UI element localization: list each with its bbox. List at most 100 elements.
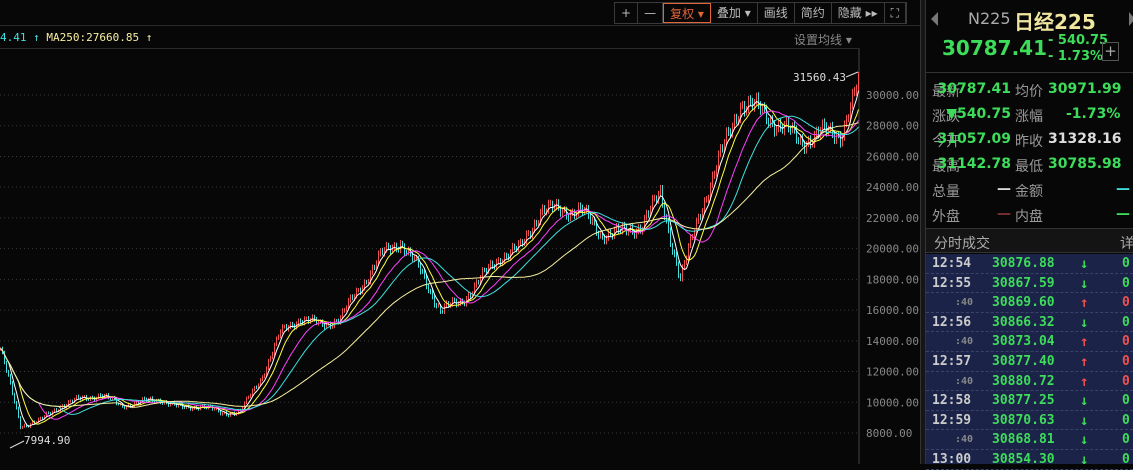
tick-time: :40: [955, 297, 974, 309]
tick-volume: 0: [1122, 295, 1130, 311]
info-value: —: [1116, 206, 1130, 222]
arrow-up-icon: ↑: [1080, 334, 1089, 351]
tick-time: :40: [955, 434, 974, 446]
info-label: 内盘: [1015, 209, 1043, 225]
info-row: 涨跌 ▼540.75 涨幅 -1.73%: [926, 103, 1133, 128]
kline-chart-area[interactable]: + — 复权 ▾ 叠加 ▾ 画线 简约 隐藏 ▸▸ ⛶ 4.41 ↑ MA250…: [0, 0, 921, 464]
info-value: 31142.78: [937, 156, 1011, 172]
arrow-up-icon: ↑: [1080, 353, 1089, 370]
tick-price: 30868.81: [992, 432, 1055, 448]
index-code: N225: [968, 9, 1011, 28]
tick-time: 12:55: [932, 275, 972, 291]
low-label: 7994.90: [24, 434, 70, 447]
tick-row: 12:55 30867.59 ↓ 0: [926, 274, 1133, 294]
ma10-line: [0, 103, 859, 425]
y-tick-label: 20000.00: [866, 243, 919, 256]
arrow-down-icon: ↓: [1080, 275, 1089, 292]
y-tick-label: 28000.00: [866, 120, 919, 133]
change-percent: - 1.73%: [1048, 49, 1104, 64]
low-arrow-icon: [9, 440, 25, 449]
ma20-line: [0, 110, 859, 420]
tick-price: 30869.60: [992, 295, 1055, 311]
tick-row: :40 30869.60 ↑ 0: [926, 293, 1133, 313]
info-label: 均价: [1015, 84, 1043, 100]
info-label: 总量: [932, 184, 960, 200]
tick-price: 30877.25: [992, 393, 1055, 409]
y-tick-label: 18000.00: [866, 273, 919, 286]
info-row: 总量 — 金额 —: [926, 178, 1133, 203]
arrow-up-icon: ↑: [1080, 373, 1089, 390]
tick-row: :40 30873.04 ↑ 0: [926, 332, 1133, 352]
tick-row: 12:59 30870.63 ↓ 0: [926, 411, 1133, 431]
info-row: 最高 31142.78 最低 30785.98: [926, 153, 1133, 178]
tick-volume: 0: [1122, 275, 1130, 291]
arrow-down-icon: ↓: [1080, 451, 1089, 468]
tick-volume: 0: [1122, 353, 1130, 369]
tick-time: 12:56: [932, 314, 972, 330]
arrow-down-icon: ↓: [1080, 432, 1089, 449]
ma60-line: [0, 115, 859, 415]
y-tick-label: 24000.00: [866, 181, 919, 194]
y-tick-label: 16000.00: [866, 304, 919, 317]
info-value: -1.73%: [1066, 106, 1121, 122]
tick-time: 12:59: [932, 412, 972, 428]
arrow-down-icon: ↓: [1080, 393, 1089, 410]
tick-row: 13:00 30854.30 ↓ 0: [926, 450, 1133, 470]
info-value: —: [997, 206, 1011, 222]
y-tick-label: 10000.00: [866, 396, 919, 409]
tick-price: 30877.40: [992, 353, 1055, 369]
tick-price: 30873.04: [992, 334, 1055, 350]
y-tick-label: 12000.00: [866, 366, 919, 379]
arrow-down-icon: ↓: [1080, 256, 1089, 272]
tick-time: :40: [955, 336, 974, 348]
ticks-header: 分时成交 详: [926, 228, 1133, 253]
info-value: —: [997, 181, 1011, 197]
tick-time: 13:00: [932, 451, 972, 467]
high-arrow-icon: [845, 71, 859, 78]
prev-arrow-icon[interactable]: [931, 12, 938, 26]
info-value: 31057.09: [937, 131, 1011, 147]
index-name: 日经225: [1014, 10, 1096, 34]
info-label: 金额: [1015, 184, 1043, 200]
info-value: 30785.98: [1048, 156, 1122, 172]
info-row: 外盘 — 内盘 —: [926, 203, 1133, 228]
add-watchlist-button[interactable]: +: [1102, 42, 1119, 61]
y-tick-label: 22000.00: [866, 212, 919, 225]
quote-info: 最新 30787.41 均价 30971.99 涨跌 ▼540.75 涨幅 -1.…: [926, 78, 1133, 228]
arrow-down-icon: ↓: [1080, 412, 1089, 429]
tick-time: :40: [955, 375, 974, 387]
tick-volume: 0: [1122, 412, 1130, 428]
tick-volume: 0: [1122, 334, 1130, 350]
arrow-down-icon: ↓: [1080, 314, 1089, 331]
last-price: 30787.41: [942, 36, 1048, 60]
quote-panel: N225 日经225 30787.41 - 540.75- 1.73% + 最新…: [926, 0, 1133, 470]
tick-time: 12:54: [932, 256, 972, 271]
tick-price: 30870.63: [992, 412, 1055, 428]
price-chart: 30000.00 28000.00 26000.00 24000.00 22000.00…: [0, 48, 919, 464]
tick-volume: 0: [1122, 373, 1130, 389]
info-value: 31328.16: [1048, 131, 1122, 147]
info-label: 最低: [1015, 159, 1043, 175]
info-row: 今开 31057.09 昨收 31328.16: [926, 128, 1133, 153]
info-value: —: [1116, 181, 1130, 197]
tick-row: 12:54 30876.88 ↓ 0: [926, 254, 1133, 274]
tick-time: 12:58: [932, 393, 972, 409]
ticks-detail-button[interactable]: 详: [1120, 233, 1133, 253]
high-label: 31560.43: [793, 71, 846, 84]
tick-volume: 0: [1122, 393, 1130, 409]
tick-row: :40 30880.72 ↑ 0: [926, 372, 1133, 392]
y-tick-label: 14000.00: [866, 335, 919, 348]
ticks-list[interactable]: 12:54 30876.88 ↓ 0 12:55 30867.59 ↓ 0:40 …: [926, 254, 1133, 470]
y-tick-label: 26000.00: [866, 150, 919, 163]
tick-time: 12:57: [932, 353, 972, 369]
tick-volume: 0: [1122, 256, 1130, 271]
tick-volume: 0: [1122, 314, 1130, 330]
tick-volume: 0: [1122, 432, 1130, 448]
arrow-up-icon: ↑: [1080, 295, 1089, 312]
y-tick-label: 8000.00: [866, 427, 912, 440]
tick-price: 30880.72: [992, 373, 1055, 389]
info-label: 涨幅: [1015, 109, 1043, 125]
change-value: - 540.75: [1048, 33, 1109, 48]
tick-volume: 0: [1122, 451, 1130, 467]
next-arrow-icon[interactable]: [1129, 12, 1133, 26]
